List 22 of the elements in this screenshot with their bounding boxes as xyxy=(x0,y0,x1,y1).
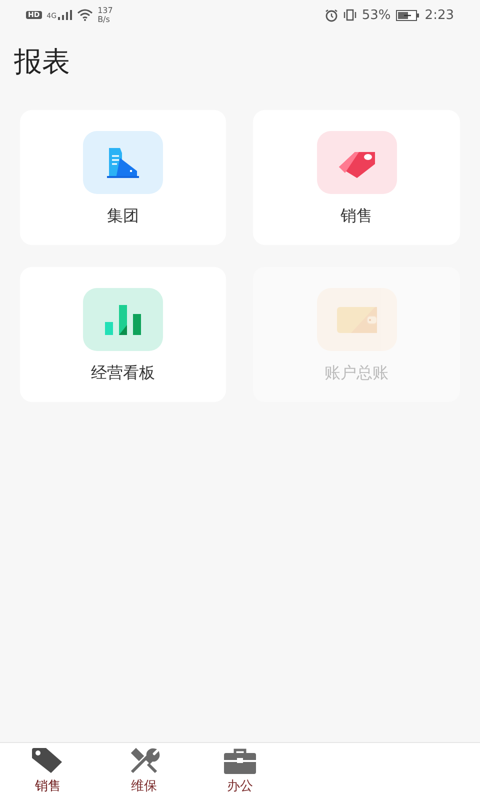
wifi-icon xyxy=(76,9,93,21)
signal-icon xyxy=(58,10,72,20)
report-card[interactable]: 销售 xyxy=(253,110,460,245)
page-title: 报表 xyxy=(14,44,71,80)
vibrate-icon xyxy=(342,9,357,21)
tools-icon xyxy=(128,748,160,774)
bar-chart-icon xyxy=(103,304,143,334)
briefcase-icon xyxy=(224,748,256,774)
clock-time: 2:23 xyxy=(424,8,454,22)
speed-unit: B/s xyxy=(98,15,111,24)
alarm-icon xyxy=(324,8,338,22)
battery-percent: 53% xyxy=(362,8,391,22)
tab-item[interactable]: 办公 xyxy=(192,743,288,800)
wallet-icon xyxy=(336,306,376,332)
tab-item[interactable]: 维保 xyxy=(96,743,192,800)
tab-item[interactable]: 销售 xyxy=(0,743,96,800)
building-icon xyxy=(106,148,140,178)
tag-icon xyxy=(32,748,64,774)
report-card[interactable]: 经营看板 xyxy=(20,267,226,402)
speed-value: 137 xyxy=(98,6,113,15)
battery-icon xyxy=(396,10,420,20)
report-card[interactable]: 集团 xyxy=(20,110,226,245)
